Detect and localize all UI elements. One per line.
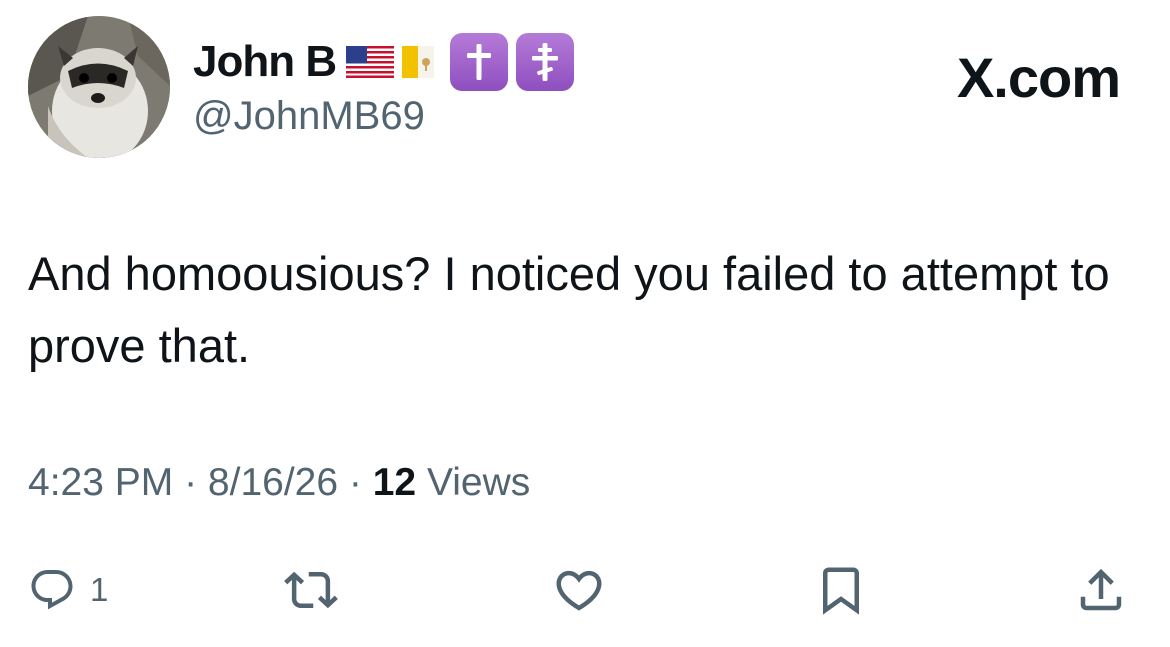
tweet-meta: 4:23 PM · 8/16/26 · 12 Views (28, 461, 531, 505)
author-name-row: John B (193, 33, 575, 91)
views-count: 12 (372, 461, 417, 504)
latin-cross-icon (467, 44, 492, 80)
share-icon (1080, 568, 1122, 611)
reply-count: 1 (90, 571, 109, 608)
retweet-icon (284, 571, 338, 609)
author-handle[interactable]: @JohnMB69 (193, 94, 425, 138)
bookmark-button[interactable] (814, 558, 868, 622)
bookmark-icon (823, 567, 859, 615)
like-button[interactable] (552, 558, 606, 622)
heart-icon (556, 570, 602, 611)
name-badges (346, 33, 575, 91)
tweet-time[interactable]: 4:23 PM (28, 461, 173, 504)
display-name[interactable]: John B (193, 40, 337, 84)
latin-cross-badge (450, 33, 509, 91)
tweet-card: John B @JohnMB69 X.com And homoousious? … (0, 0, 1170, 647)
reply-icon (31, 570, 73, 610)
meta-separator: · (348, 461, 373, 504)
orthodox-cross-icon (532, 43, 559, 81)
retweet-button[interactable] (284, 558, 338, 622)
tweet-date[interactable]: 8/16/26 (208, 461, 338, 504)
tweet-text: And homoousious? I noticed you failed to… (28, 247, 1110, 372)
reply-button[interactable]: 1 (28, 558, 108, 622)
share-button[interactable] (1074, 558, 1128, 622)
us-flag-icon (346, 46, 395, 78)
xcom-label: X.com (956, 46, 1121, 109)
avatar[interactable] (28, 16, 170, 158)
orthodox-cross-badge (516, 33, 575, 91)
vatican-flag-icon (402, 46, 435, 78)
raccoon-avatar-image (28, 16, 170, 158)
xcom-watermark: X.com (956, 46, 1121, 109)
action-bar: 1 (0, 558, 1170, 622)
views-label: Views (426, 461, 531, 504)
meta-separator: · (184, 461, 208, 504)
